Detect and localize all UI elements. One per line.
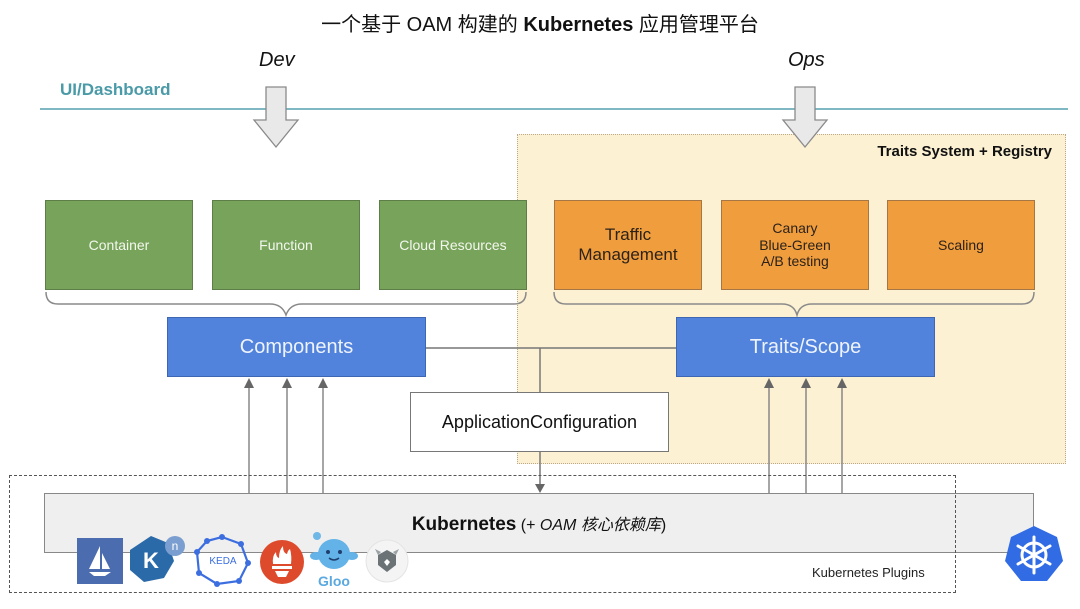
component-function-label: Function: [259, 237, 313, 253]
components-box[interactable]: Components: [167, 317, 426, 377]
prometheus-icon: [260, 540, 304, 584]
trait-line: Blue-Green: [759, 236, 831, 253]
components-label: Components: [239, 335, 354, 358]
trait-line: Management: [578, 245, 678, 264]
application-configuration-box[interactable]: ApplicationConfiguration: [410, 392, 669, 452]
trait-line: Canary: [772, 219, 818, 236]
trait-scaling[interactable]: Scaling: [887, 200, 1035, 290]
trait-line: Scaling: [938, 236, 984, 253]
ops-down-arrow-icon: [781, 86, 829, 149]
component-cloud-resources-label: Cloud Resources: [399, 237, 507, 253]
gloo-icon: Gloo: [310, 532, 358, 589]
component-container-label: Container: [88, 237, 150, 253]
keda-icon: KEDA: [194, 534, 251, 587]
traits-brace: [553, 291, 1035, 318]
application-configuration-label: ApplicationConfiguration: [441, 411, 638, 432]
component-cloud-resources[interactable]: Cloud Resources: [379, 200, 527, 290]
kubernetes-plugins-label: Kubernetes Plugins: [812, 565, 925, 580]
traits-scope-label: Traits/Scope: [749, 335, 862, 358]
trait-rollout-strategies[interactable]: Canary Blue-Green A/B testing: [721, 200, 869, 290]
svg-text:Gloo: Gloo: [318, 573, 350, 589]
trait-line: Traffic: [604, 224, 652, 244]
svg-text:n: n: [172, 539, 179, 553]
svg-text:KEDA: KEDA: [209, 556, 237, 567]
components-brace: [45, 291, 527, 318]
dev-down-arrow-icon: [252, 86, 300, 149]
svg-text:K: K: [143, 548, 159, 573]
trait-traffic-management[interactable]: Traffic Management: [554, 200, 702, 290]
sailboat-icon: [77, 538, 123, 584]
kubernetes-helm-icon: [1005, 526, 1063, 581]
component-function[interactable]: Function: [212, 200, 360, 290]
component-container[interactable]: Container: [45, 200, 193, 290]
opa-icon: [365, 539, 409, 583]
knative-icon: K n: [130, 536, 185, 582]
trait-line: A/B testing: [761, 253, 829, 270]
traits-scope-box[interactable]: Traits/Scope: [676, 317, 935, 377]
